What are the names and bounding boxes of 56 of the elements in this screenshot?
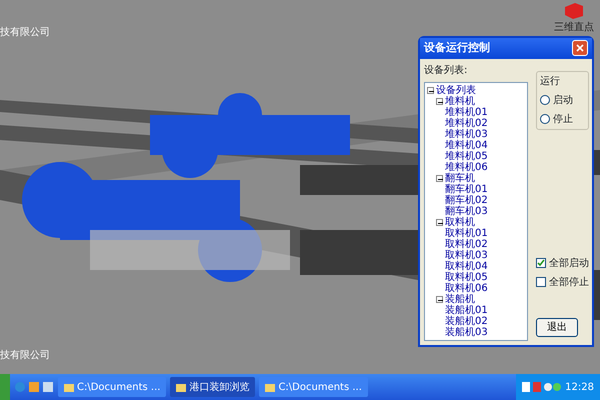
collapse-toggle[interactable] xyxy=(427,86,434,94)
exit-button[interactable]: 退出 xyxy=(536,318,578,336)
tray-icon[interactable] xyxy=(522,381,562,393)
tree-item[interactable]: 取料机02 xyxy=(445,238,488,250)
tree-item[interactable]: 翻车机03 xyxy=(445,206,488,216)
dialog-title: 设备运行控制 xyxy=(424,40,490,56)
tree-item[interactable]: 堆料机05 xyxy=(445,150,488,162)
tree-item[interactable]: 堆料机04 xyxy=(445,140,488,150)
collapse-toggle[interactable] xyxy=(436,218,443,226)
quick-launch-icon[interactable] xyxy=(14,380,54,394)
tree-item[interactable]: 设备列表 xyxy=(436,84,476,96)
checkbox-option[interactable]: 全部启动 xyxy=(536,256,589,270)
checkbox-option[interactable]: 全部停止 xyxy=(536,274,589,290)
tree-item[interactable]: 堆料机06 xyxy=(445,162,488,172)
logo-text: 三维直点 xyxy=(554,20,594,35)
collapse-toggle[interactable] xyxy=(436,174,443,182)
folder-icon xyxy=(64,382,74,392)
folder-icon xyxy=(176,382,186,392)
start-button[interactable] xyxy=(0,374,10,400)
clock: 12:28 xyxy=(565,380,594,394)
close-icon xyxy=(576,44,584,52)
tree-item[interactable]: 翻车机01 xyxy=(445,184,488,194)
tree-item[interactable]: 堆料机03 xyxy=(445,128,488,140)
company-caption: 技有限公司 xyxy=(0,26,50,40)
close-button[interactable] xyxy=(572,40,588,56)
tree-item[interactable]: 装船机02 xyxy=(445,316,488,326)
tree-item[interactable]: 堆料机 xyxy=(445,96,475,106)
tree-item[interactable]: 装船机03 xyxy=(445,326,488,338)
taskbar-button[interactable]: C:\Documents ... xyxy=(58,377,166,397)
tree-item[interactable]: 取料机04 xyxy=(445,260,488,272)
tree-item[interactable]: 取料机 xyxy=(445,216,475,228)
company-caption: 技有限公司 xyxy=(0,348,50,363)
tree-item[interactable]: 取料机01 xyxy=(445,228,488,238)
cube-logo-icon xyxy=(563,2,585,20)
tree-item[interactable]: 堆料机02 xyxy=(445,118,488,128)
tree-item[interactable]: 取料机05 xyxy=(445,272,488,282)
radio-option[interactable]: 停止 xyxy=(540,112,585,126)
tree-item[interactable]: 堆料机01 xyxy=(445,106,488,118)
collapse-toggle[interactable] xyxy=(436,296,443,302)
taskbar-button[interactable]: 港口装卸浏览 xyxy=(170,377,256,397)
folder-icon xyxy=(265,382,276,392)
tree-item[interactable]: 翻车机02 xyxy=(445,194,488,206)
checkbox[interactable] xyxy=(536,277,546,287)
radio-option[interactable]: 启动 xyxy=(540,92,585,108)
group-title: 运行 xyxy=(540,74,561,88)
checkbox[interactable] xyxy=(536,258,546,268)
tree-item[interactable]: 翻车机 xyxy=(445,172,475,184)
collapse-toggle[interactable] xyxy=(436,98,443,104)
tree-item[interactable]: 取料机06 xyxy=(445,282,488,294)
tree-label: 设备列表: xyxy=(424,64,468,78)
radio-button[interactable] xyxy=(540,95,550,105)
tree-item[interactable]: 取料机03 xyxy=(445,250,488,260)
tree-item[interactable]: 装船机01 xyxy=(445,304,488,316)
taskbar-button[interactable]: C:\Documents ... xyxy=(259,377,368,397)
tree-item[interactable]: 装船机 xyxy=(445,294,475,304)
radio-button[interactable] xyxy=(540,114,550,124)
